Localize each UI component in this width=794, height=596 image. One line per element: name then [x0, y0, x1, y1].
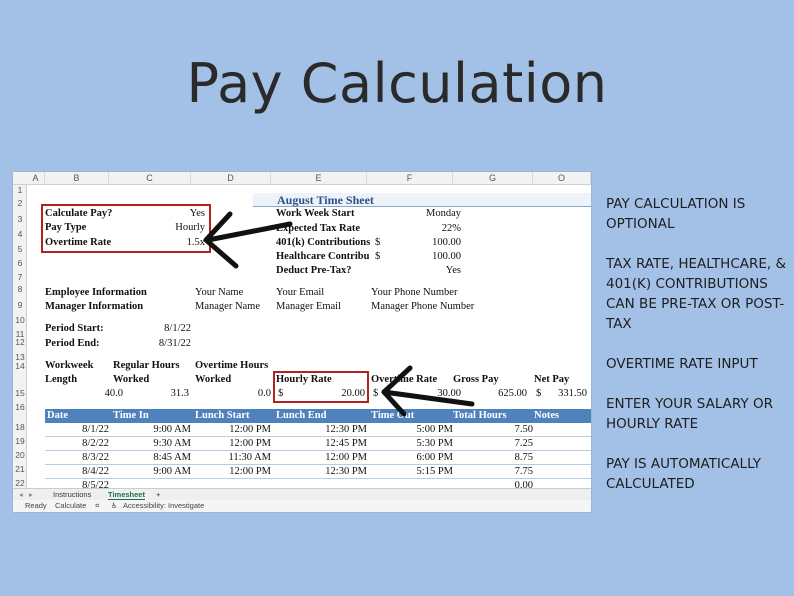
- arrow-to-hourly-rate-icon: [381, 365, 475, 417]
- arrow-to-settings-icon: [203, 211, 293, 269]
- annotation-arrows: [203, 211, 475, 417]
